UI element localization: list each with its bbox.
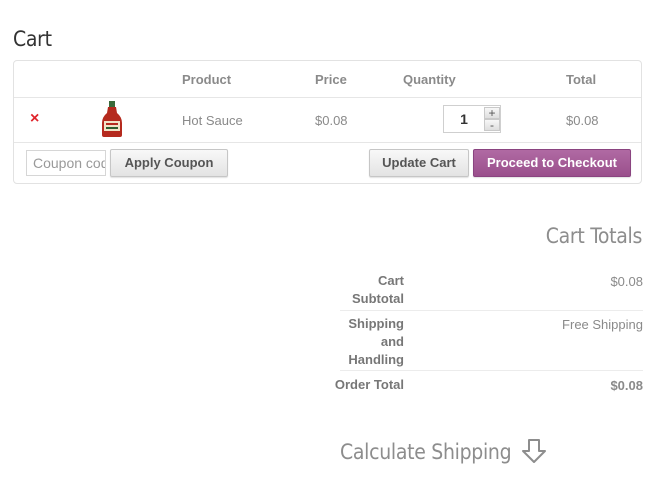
arrow-down-outline-icon — [522, 439, 546, 463]
header-product: Product — [182, 72, 232, 87]
remove-item-icon[interactable]: × — [30, 110, 39, 128]
coupon-input[interactable]: Coupon code — [26, 150, 106, 176]
calculate-shipping-link[interactable]: Calculate Shipping — [340, 438, 547, 464]
update-cart-button[interactable]: Update Cart — [369, 149, 469, 177]
header-total: Total — [566, 72, 597, 87]
header-price: Price — [315, 72, 347, 87]
order-total-value: $0.08 — [610, 378, 643, 393]
product-name[interactable]: Hot Sauce — [182, 113, 243, 128]
product-price: $0.08 — [315, 113, 348, 128]
order-total-label: Order Total — [334, 377, 404, 392]
subtotal-value: $0.08 — [610, 274, 643, 289]
header-divider — [14, 97, 641, 98]
header-quantity: Quantity — [403, 72, 456, 87]
shipping-value: Free Shipping — [562, 317, 643, 332]
proceed-to-checkout-button[interactable]: Proceed to Checkout — [473, 149, 631, 177]
cart-table: Product Price Quantity Total × Hot Sauce… — [13, 60, 642, 184]
quantity-minus-button[interactable]: - — [484, 119, 500, 131]
row-divider — [14, 142, 641, 143]
apply-coupon-button[interactable]: Apply Coupon — [110, 149, 228, 177]
subtotal-label: Cart Subtotal — [352, 273, 404, 306]
totals-divider — [340, 310, 643, 311]
quantity-stepper[interactable]: 1 + - — [443, 105, 501, 133]
product-thumbnail[interactable] — [100, 101, 124, 137]
page-title: Cart — [13, 27, 52, 51]
product-total: $0.08 — [566, 113, 599, 128]
shipping-label: Shipping and Handling — [348, 316, 404, 367]
calculate-shipping-label: Calculate Shipping — [340, 440, 512, 464]
cart-totals-title: Cart Totals — [545, 224, 643, 248]
quantity-input[interactable]: 1 — [444, 106, 484, 132]
totals-divider — [340, 370, 643, 371]
